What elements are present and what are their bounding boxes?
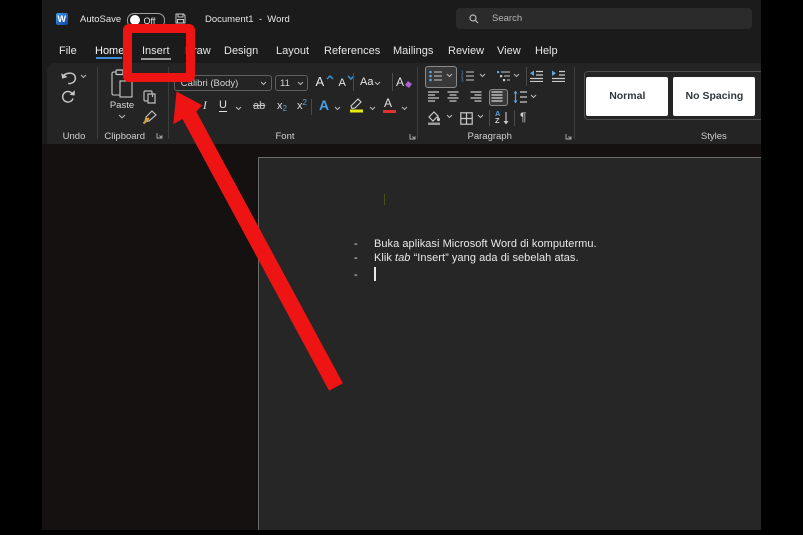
svg-text:3: 3 [461,78,464,83]
